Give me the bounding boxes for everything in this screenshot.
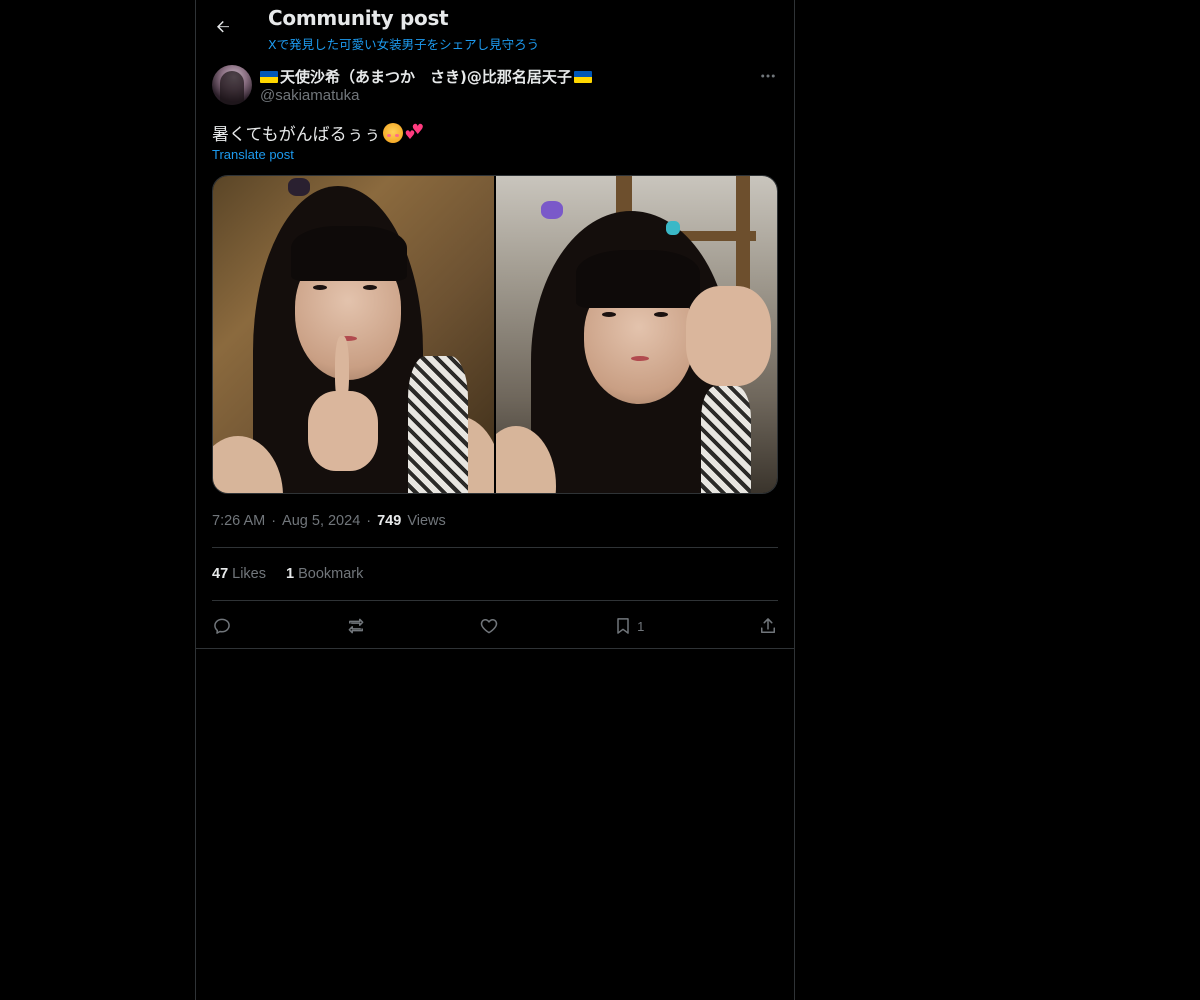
post-text-row: 暑くてもがんばるぅぅ ♥ ♥: [212, 120, 425, 145]
arrow-left-icon: [217, 21, 229, 33]
avatar[interactable]: [212, 65, 252, 105]
two-hearts-icon: ♥ ♥: [404, 121, 425, 142]
post-stats: 47 Likes 1 Bookmark: [212, 566, 363, 582]
author-name-row[interactable]: 天使沙希（あまつか さき)@比那名居天子: [260, 66, 592, 87]
back-button[interactable]: [208, 12, 238, 42]
more-button[interactable]: [756, 64, 780, 88]
reply-icon: [214, 618, 230, 634]
bookmark-icon: [617, 618, 629, 634]
ukraine-flag-icon: [260, 70, 278, 83]
main-column: Community post Xで発見した可愛い女装男子をシェアし見守ろう 天使…: [195, 0, 795, 1000]
post-date[interactable]: Aug 5, 2024: [282, 513, 360, 529]
likes-label: Likes: [232, 566, 266, 582]
repost-button[interactable]: [346, 616, 366, 636]
post-time[interactable]: 7:26 AM: [212, 513, 265, 529]
bookmarks-label: Bookmark: [298, 566, 364, 582]
heart-icon: [481, 619, 498, 634]
like-button[interactable]: [479, 616, 499, 636]
likes-count: 47: [212, 566, 229, 582]
post-photo[interactable]: [496, 176, 777, 493]
community-link[interactable]: Xで発見した可愛い女装男子をシェアし見守ろう: [268, 34, 539, 53]
post-bottom-border: [196, 648, 794, 649]
post-text: 暑くてもがんばるぅぅ: [212, 125, 381, 145]
views-label: Views: [407, 513, 446, 529]
post-photo[interactable]: [213, 176, 494, 493]
likes-stat[interactable]: 47 Likes: [212, 566, 266, 582]
divider: [212, 547, 778, 548]
page-header: Community post Xで発見した可愛い女装男子をシェアし見守ろう: [196, 0, 794, 55]
media-grid: [212, 175, 778, 494]
separator-dot: ·: [366, 513, 372, 529]
action-bar: 1: [212, 611, 778, 641]
page-title: Community post: [268, 6, 449, 30]
post-meta: 7:26 AM · Aug 5, 2024 · 749 Views: [212, 513, 446, 529]
more-horizontal-icon: [761, 74, 775, 78]
views-count: 749: [377, 513, 402, 529]
translate-post-link[interactable]: Translate post: [212, 147, 294, 162]
share-button[interactable]: [758, 616, 778, 636]
author-name: 天使沙希（あまつか さき)@比那名居天子: [280, 68, 572, 86]
bookmarks-count: 1: [286, 566, 295, 582]
separator-dot: ·: [271, 513, 277, 529]
bookmark-action-count: 1: [637, 618, 645, 634]
bookmarks-stat[interactable]: 1 Bookmark: [286, 566, 363, 582]
bookmark-button[interactable]: 1: [613, 616, 644, 636]
smiling-face-with-hearts-icon: [382, 122, 403, 143]
ukraine-flag-icon: [573, 70, 592, 83]
author-handle[interactable]: @sakiamatuka: [260, 87, 359, 104]
repost-icon: [348, 618, 364, 634]
reply-button[interactable]: [212, 616, 232, 636]
divider: [212, 600, 778, 601]
share-icon: [760, 618, 775, 633]
